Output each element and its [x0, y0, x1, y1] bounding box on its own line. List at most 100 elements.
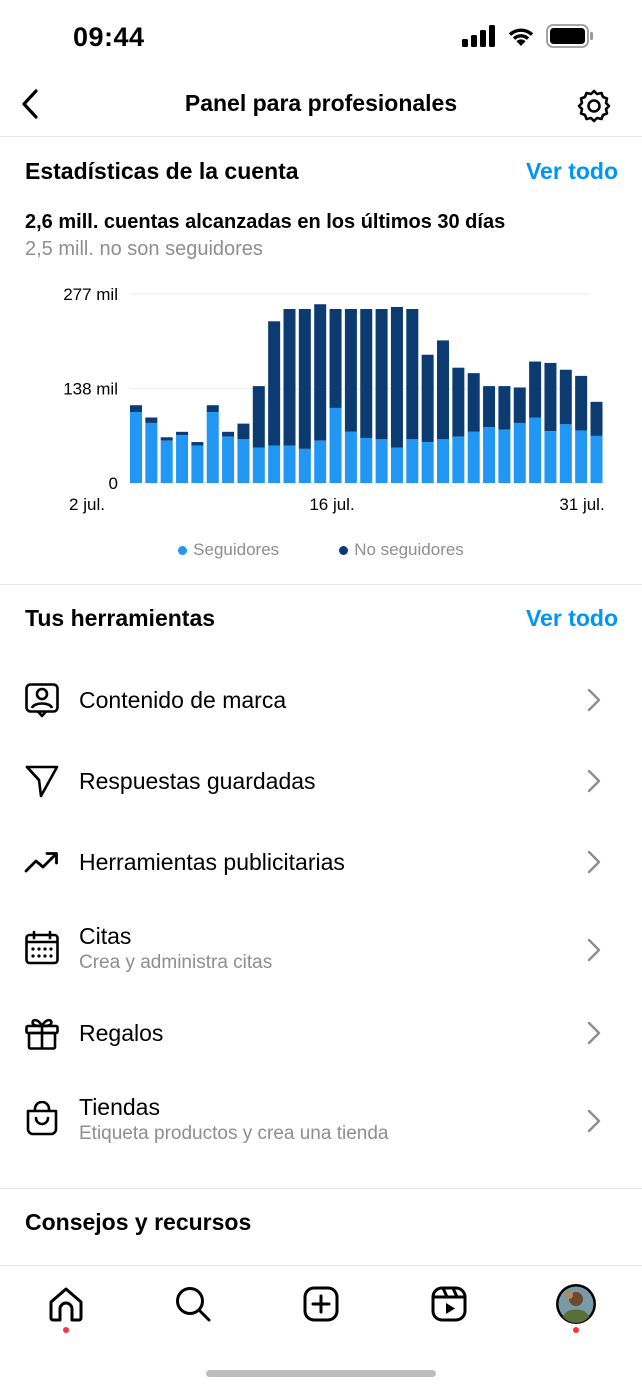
- bar-followers: [360, 437, 373, 483]
- tool-row-appointments[interactable]: Citas Crea y administra citas: [0, 907, 642, 997]
- bar-non-followers: [483, 386, 496, 428]
- bar-non-followers: [421, 354, 434, 443]
- bar-non-followers: [222, 431, 235, 437]
- bar-non-followers: [252, 386, 265, 448]
- account-stats-header: Estadísticas de la cuenta Ver todo: [25, 158, 618, 185]
- bar-non-followers: [406, 309, 419, 440]
- battery-icon: [546, 24, 593, 48]
- bar-followers: [529, 417, 542, 483]
- chevron-right-icon: [587, 938, 601, 962]
- bar-followers: [483, 427, 496, 483]
- tools-title: Tus herramientas: [25, 605, 216, 631]
- tab-reels[interactable]: [427, 1282, 471, 1326]
- settings-button[interactable]: [574, 86, 614, 126]
- x-tick-label: 16 jul.: [309, 495, 354, 514]
- bar-followers: [222, 436, 235, 483]
- bar-non-followers: [390, 306, 403, 448]
- tool-row-saved-replies[interactable]: Respuestas guardadas: [0, 741, 642, 821]
- bar-non-followers: [452, 367, 465, 437]
- y-tick-label: 277 mil: [63, 285, 118, 304]
- bar-followers: [590, 435, 603, 483]
- tips-header: Consejos y recursos: [25, 1209, 618, 1236]
- tools-see-all-link[interactable]: Ver todo: [526, 605, 618, 632]
- bar-non-followers: [298, 309, 311, 449]
- bar-non-followers: [130, 405, 142, 413]
- bar-non-followers: [329, 309, 342, 408]
- bar-followers: [268, 445, 281, 483]
- status-icons: [462, 24, 594, 48]
- legend-label-non-followers: No seguidores: [354, 540, 464, 559]
- tips-title: Consejos y recursos: [25, 1209, 252, 1235]
- tool-label: Citas: [79, 923, 132, 949]
- bar-followers: [160, 440, 173, 483]
- tab-profile[interactable]: [554, 1282, 598, 1326]
- bar-followers: [498, 429, 511, 483]
- bar-non-followers: [513, 387, 526, 423]
- bar-followers: [575, 430, 588, 483]
- bar-followers: [130, 412, 142, 483]
- reach-subtext: 2,5 mill. no son seguidores: [25, 238, 263, 260]
- bar-non-followers: [344, 309, 357, 432]
- status-bar: 09:44: [0, 0, 642, 76]
- y-tick-label: 138 mil: [63, 380, 118, 399]
- tool-row-branded-content[interactable]: Contenido de marca: [0, 660, 642, 740]
- bar-followers: [452, 436, 465, 483]
- bar-non-followers: [268, 321, 281, 446]
- bar-followers: [252, 447, 265, 483]
- bar-followers: [314, 440, 327, 483]
- status-time: 09:44: [73, 22, 145, 52]
- gear-icon: [577, 89, 611, 123]
- tab-home[interactable]: [44, 1282, 88, 1326]
- bar-followers: [237, 439, 250, 483]
- reach-headline: 2,6 mill. cuentas alcanzadas en los últi…: [25, 211, 506, 233]
- tool-row-shops[interactable]: Tiendas Etiqueta productos y crea una ti…: [0, 1078, 642, 1168]
- account-stats-title: Estadísticas de la cuenta: [25, 158, 299, 184]
- bar-followers: [437, 439, 449, 483]
- bar-followers: [145, 422, 158, 483]
- bar-non-followers: [237, 423, 250, 440]
- chevron-right-icon: [587, 688, 601, 712]
- bar-followers: [421, 442, 434, 483]
- bar-non-followers: [176, 431, 189, 436]
- shopping-bag-icon: [24, 1101, 60, 1137]
- chart-legend: Seguidores No seguidores: [0, 540, 642, 560]
- bar-non-followers: [498, 386, 511, 430]
- tools-header: Tus herramientas Ver todo: [25, 605, 618, 632]
- bar-non-followers: [467, 373, 480, 432]
- bar-followers: [344, 431, 357, 483]
- bar-followers: [467, 431, 480, 483]
- avatar: [556, 1284, 596, 1324]
- tab-create[interactable]: [299, 1282, 343, 1326]
- gift-icon: [24, 1015, 60, 1051]
- legend-dot-followers: [178, 545, 188, 555]
- chevron-right-icon: [587, 850, 601, 874]
- tool-sublabel: Etiqueta productos y crea una tienda: [79, 1123, 389, 1144]
- bar-non-followers: [191, 442, 204, 446]
- tool-row-gifts[interactable]: Regalos: [0, 993, 642, 1073]
- profile-notification-dot: [573, 1327, 579, 1333]
- bar-followers: [544, 431, 557, 483]
- tab-search[interactable]: [171, 1282, 215, 1326]
- bar-followers: [513, 422, 526, 483]
- bar-non-followers: [160, 437, 173, 441]
- x-tick-label: 2 jul.: [69, 495, 105, 514]
- bar-non-followers: [544, 362, 557, 432]
- home-icon: [49, 1287, 83, 1322]
- bar-followers: [298, 448, 311, 483]
- section-divider: [0, 584, 642, 585]
- account-stats-see-all-link[interactable]: Ver todo: [526, 158, 618, 185]
- legend-item-followers: Seguidores: [178, 540, 279, 560]
- bar-followers: [375, 439, 388, 483]
- bar-followers: [206, 412, 219, 483]
- tool-row-ad-tools[interactable]: Herramientas publicitarias: [0, 822, 642, 902]
- bar-followers: [283, 445, 296, 483]
- bar-followers: [329, 407, 342, 483]
- calendar-icon: [24, 930, 60, 966]
- bar-non-followers: [375, 309, 388, 440]
- branded-content-icon: [24, 682, 60, 718]
- legend-item-non-followers: No seguidores: [339, 540, 464, 560]
- home-indicator: [206, 1370, 436, 1377]
- bar-followers: [559, 424, 572, 483]
- bar-non-followers: [437, 340, 449, 440]
- bar-non-followers: [206, 405, 219, 413]
